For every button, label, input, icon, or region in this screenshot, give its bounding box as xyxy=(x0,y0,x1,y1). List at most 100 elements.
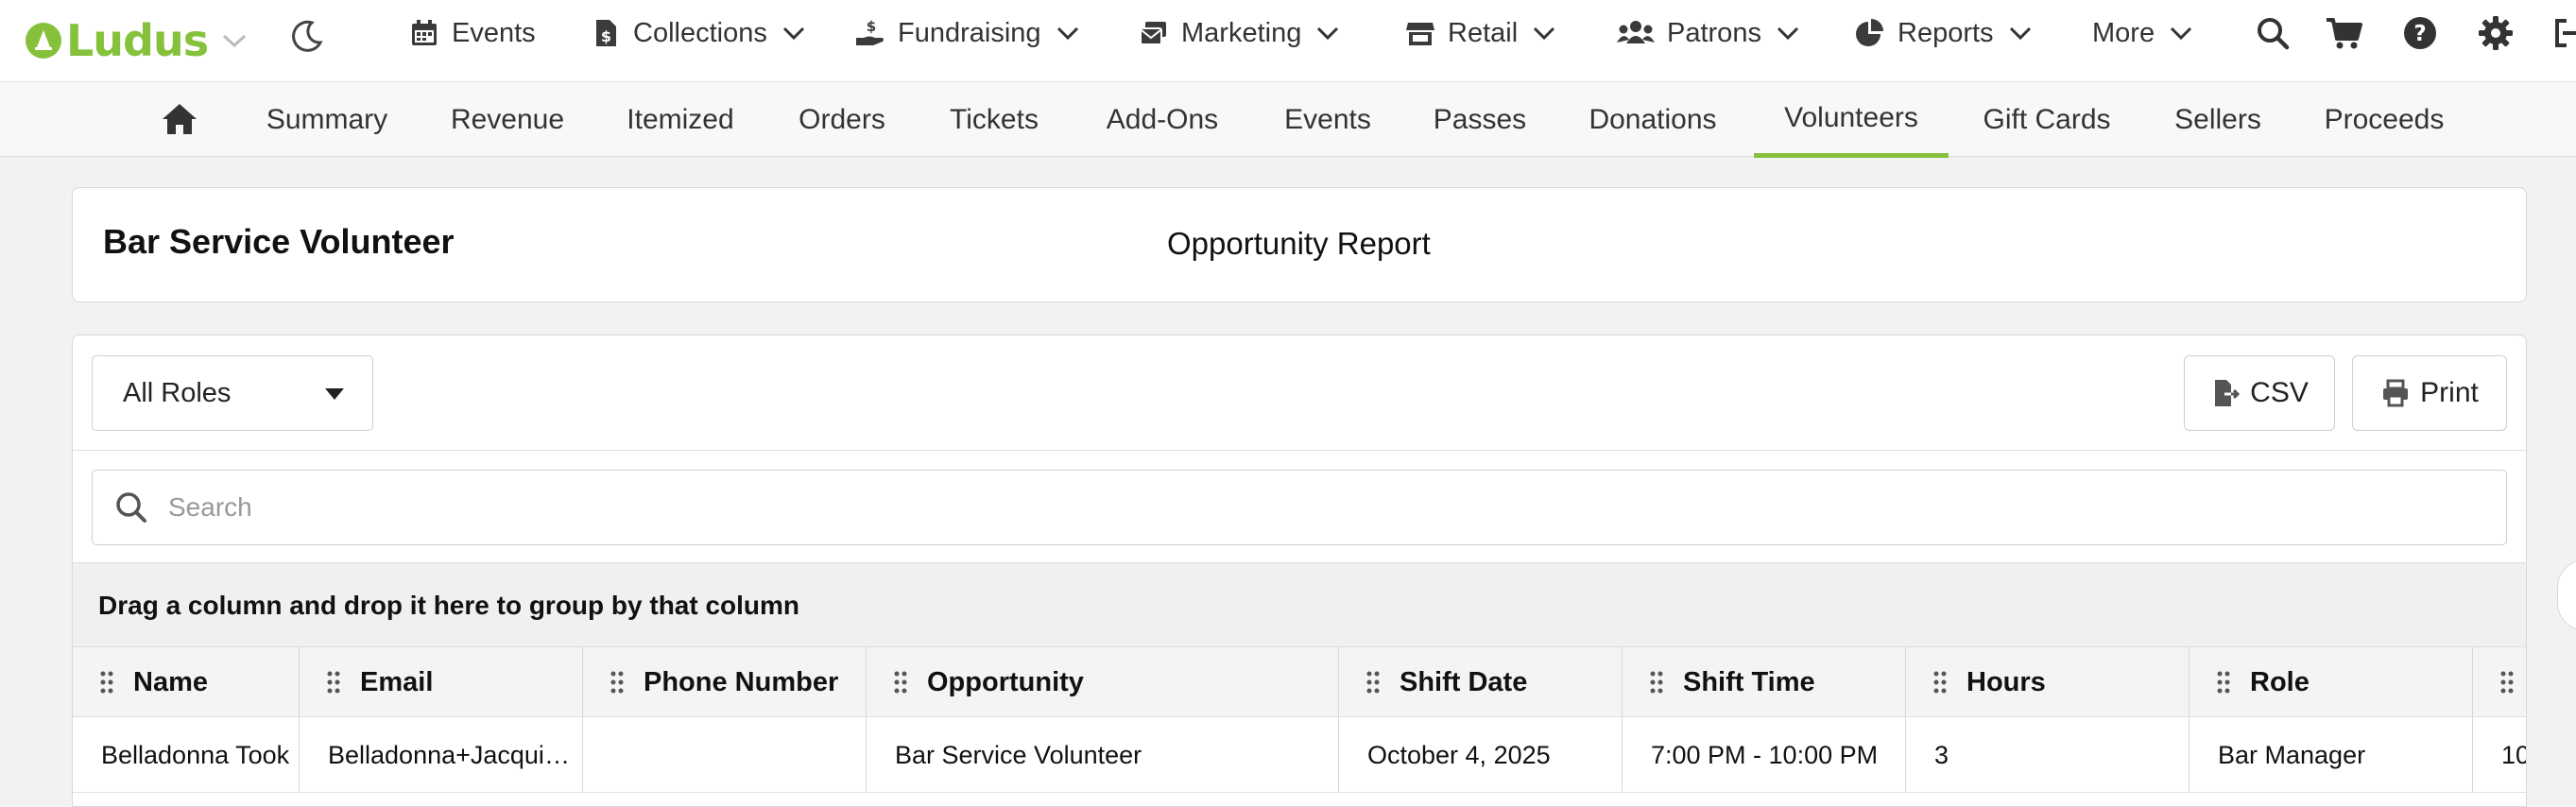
nav-patrons-label: Patrons xyxy=(1667,17,1761,48)
help-icon[interactable]: ? xyxy=(2402,15,2438,51)
column-header-label: Name xyxy=(133,666,208,697)
column-header-label: Role xyxy=(2250,666,2310,697)
column-header-hours[interactable]: Hours xyxy=(1906,647,2190,717)
cell-shift-date: October 4, 2025 xyxy=(1339,717,1623,793)
cell-name: Belladonna Took xyxy=(73,717,300,793)
nav-collections[interactable]: $ Collections xyxy=(590,0,805,66)
drag-grip-icon[interactable] xyxy=(1649,670,1664,695)
column-header-email[interactable]: Email xyxy=(300,647,583,717)
column-header-label: Hours xyxy=(1966,666,2046,697)
search-icon[interactable] xyxy=(2255,15,2291,51)
logout-icon[interactable] xyxy=(2553,15,2576,51)
chevron-down-icon xyxy=(782,26,804,41)
top-navigation-bar: Ludus Events $ Collections $ Fundraising xyxy=(0,0,2576,81)
nav-fundraising-label: Fundraising xyxy=(898,17,1041,48)
moon-icon[interactable] xyxy=(289,17,327,55)
column-header-name[interactable]: Name xyxy=(73,647,300,717)
column-header-overflow[interactable] xyxy=(2473,647,2526,717)
drag-grip-icon[interactable] xyxy=(1365,670,1381,695)
csv-export-button[interactable]: CSV xyxy=(2184,355,2335,431)
tab-summary[interactable]: Summary xyxy=(248,82,406,158)
chevron-down-icon xyxy=(1534,26,1555,41)
nav-retail-label: Retail xyxy=(1448,17,1519,48)
cell-overflow: 10 xyxy=(2501,740,2526,769)
search-icon xyxy=(116,492,146,523)
nav-retail[interactable]: Retail xyxy=(1404,0,1555,66)
chevron-down-icon xyxy=(2171,26,2192,41)
tab-gift-cards[interactable]: Gift Cards xyxy=(1973,82,2121,158)
nav-marketing-label: Marketing xyxy=(1181,17,1302,48)
search-input[interactable] xyxy=(168,471,2474,544)
print-button[interactable]: Print xyxy=(2352,355,2507,431)
tab-revenue[interactable]: Revenue xyxy=(437,82,578,158)
roles-dropdown-value: All Roles xyxy=(123,377,232,408)
group-by-drop-zone[interactable]: Drag a column and drop it here to group … xyxy=(73,562,2526,647)
drag-grip-icon[interactable] xyxy=(326,670,341,695)
printer-icon xyxy=(2383,379,2409,407)
column-header-label: Shift Time xyxy=(1683,666,1815,697)
cell-phone xyxy=(583,717,867,793)
column-header-label: Email xyxy=(360,666,434,697)
report-tabs: Summary Revenue Itemized Orders Tickets … xyxy=(0,81,2576,158)
grid-toolbar: All Roles CSV Print xyxy=(73,335,2526,451)
tab-itemized[interactable]: Itemized xyxy=(612,82,748,158)
column-header-shift-date[interactable]: Shift Date xyxy=(1339,647,1623,717)
chevron-down-icon xyxy=(1317,26,1339,41)
column-header-phone[interactable]: Phone Number xyxy=(583,647,867,717)
pie-chart-icon xyxy=(1856,19,1883,46)
nav-more-label: More xyxy=(2092,17,2155,48)
nav-patrons[interactable]: Patrons xyxy=(1616,0,1799,66)
mail-stack-icon xyxy=(1140,22,1166,45)
tab-passes[interactable]: Passes xyxy=(1417,82,1542,158)
tab-add-ons[interactable]: Add-Ons xyxy=(1089,82,1236,158)
cell-hours: 3 xyxy=(1906,717,2190,793)
cart-icon[interactable] xyxy=(2325,15,2364,51)
nav-more[interactable]: More xyxy=(2092,0,2192,66)
drag-grip-icon[interactable] xyxy=(893,670,908,695)
ludus-logo[interactable]: Ludus xyxy=(25,9,248,72)
chevron-down-icon xyxy=(1777,26,1799,41)
nav-events[interactable]: Events xyxy=(408,0,536,66)
tab-events[interactable]: Events xyxy=(1272,82,1383,158)
ludus-logo-icon xyxy=(26,23,61,59)
hand-dollar-icon: $ xyxy=(856,18,884,45)
column-header-opportunity[interactable]: Opportunity xyxy=(867,647,1339,717)
tab-donations[interactable]: Donations xyxy=(1574,82,1731,158)
cell-shift-time: 7:00 PM - 10:00 PM xyxy=(1623,717,1906,793)
table-row[interactable]: Belladonna Took Belladonna+Jacquie… Bar … xyxy=(73,717,2526,793)
gear-icon[interactable] xyxy=(2478,15,2514,51)
home-icon[interactable] xyxy=(161,101,198,137)
volunteer-grid: All Roles CSV Print Search Drag a column… xyxy=(72,335,2527,807)
nav-events-label: Events xyxy=(452,17,536,48)
cell-opportunity: Bar Service Volunteer xyxy=(867,717,1339,793)
drag-grip-icon[interactable] xyxy=(99,670,114,695)
column-header-role[interactable]: Role xyxy=(2190,647,2473,717)
side-panel-toggle[interactable] xyxy=(2557,559,2576,631)
drag-grip-icon[interactable] xyxy=(610,670,625,695)
nav-marketing[interactable]: Marketing xyxy=(1138,0,1339,66)
nav-reports-label: Reports xyxy=(1898,17,1994,48)
roles-dropdown[interactable]: All Roles xyxy=(92,355,373,431)
chevron-down-icon xyxy=(2009,26,2031,41)
cell-email: Belladonna+Jacquie… xyxy=(300,717,583,793)
nav-reports[interactable]: Reports xyxy=(1854,0,2032,66)
tab-volunteers[interactable]: Volunteers xyxy=(1754,82,1949,158)
tab-tickets[interactable]: Tickets xyxy=(936,82,1053,158)
svg-text:$: $ xyxy=(601,27,611,45)
nav-fundraising[interactable]: $ Fundraising xyxy=(854,0,1079,66)
column-header-shift-time[interactable]: Shift Time xyxy=(1623,647,1906,717)
drag-grip-icon[interactable] xyxy=(2499,670,2515,695)
cell-role: Bar Manager xyxy=(2190,717,2473,793)
opportunity-name: Bar Service Volunteer xyxy=(103,222,455,261)
chevron-down-icon[interactable] xyxy=(221,31,248,50)
nav-collections-label: Collections xyxy=(633,17,767,48)
people-icon xyxy=(1617,21,1655,43)
tab-proceeds[interactable]: Proceeds xyxy=(2313,82,2455,158)
caret-down-icon xyxy=(325,388,344,400)
drag-grip-icon[interactable] xyxy=(2216,670,2231,695)
tab-sellers[interactable]: Sellers xyxy=(2156,82,2279,158)
opportunity-title-card: Bar Service Volunteer Opportunity Report xyxy=(72,187,2527,302)
document-dollar-icon: $ xyxy=(596,20,616,46)
tab-orders[interactable]: Orders xyxy=(782,82,902,158)
drag-grip-icon[interactable] xyxy=(1932,670,1948,695)
